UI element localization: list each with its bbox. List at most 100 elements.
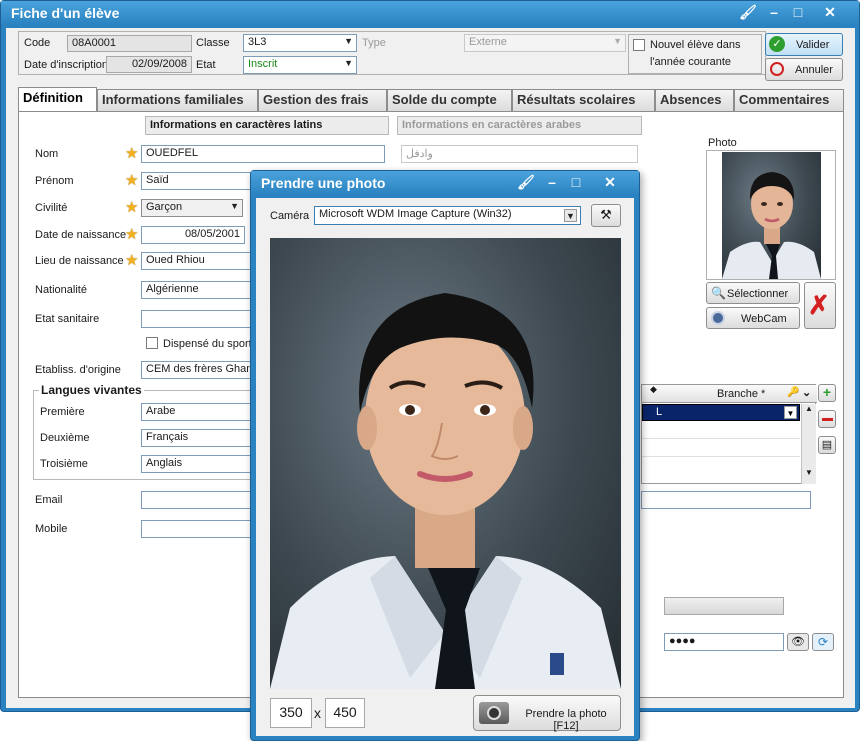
webcam-label: WebCam: [741, 313, 787, 325]
dob-input[interactable]: 08/05/2001: [141, 226, 245, 244]
tab-solde-compte[interactable]: Solde du compte: [387, 89, 512, 111]
take-photo-button[interactable]: Prendre la photo [F12]: [473, 695, 621, 732]
deuxieme-label: Deuxième: [40, 432, 90, 444]
tab-definition[interactable]: Définition: [18, 87, 97, 111]
email-label: Email: [35, 494, 63, 506]
dialog-client: Caméra Microsoft WDM Image Capture (Win3…: [256, 198, 634, 736]
camera-preview-image: [270, 293, 621, 689]
nationalite-input[interactable]: Algérienne: [141, 281, 261, 299]
eye-icon[interactable]: 👁: [787, 633, 809, 651]
latin-header: Informations en caractères latins: [145, 116, 389, 135]
branche-row[interactable]: [642, 422, 800, 439]
camera-settings-button[interactable]: ⚒: [591, 204, 621, 227]
etat-sanitaire-label: Etat sanitaire: [35, 313, 100, 325]
troisieme-label: Troisième: [40, 458, 88, 470]
etablissement-input[interactable]: CEM des frères Ghama: [141, 361, 261, 379]
annee-courante-label: l'année courante: [650, 56, 731, 68]
photo-frame: [706, 150, 836, 280]
tools-icon: ⚒: [600, 207, 612, 222]
etat-value: Inscrit: [248, 58, 278, 70]
printer-icon: ▤: [821, 439, 833, 451]
key-icon: 🔑: [787, 387, 800, 398]
premiere-input[interactable]: Arabe: [141, 403, 261, 421]
prenom-input[interactable]: Saïd: [141, 172, 261, 190]
nouvel-eleve-label: Nouvel élève dans: [650, 39, 741, 51]
plus-icon: +: [822, 384, 832, 400]
photo-height-input[interactable]: 450: [325, 698, 365, 728]
minus-icon: [822, 418, 833, 421]
double-chevron-icon[interactable]: ⌄: [802, 386, 811, 399]
tab-commentaires[interactable]: Commentaires: [734, 89, 844, 111]
chevron-down-icon[interactable]: ▼: [784, 406, 797, 419]
scroll-down-icon[interactable]: ▼: [805, 468, 813, 477]
photo-width-input[interactable]: 350: [270, 698, 312, 728]
scroll-up-icon[interactable]: ▲: [805, 404, 813, 413]
branche-row-selected[interactable]: L ▼: [642, 404, 800, 421]
close-button[interactable]: ✕: [597, 173, 623, 191]
tab-resultats-scolaires[interactable]: Résultats scolaires: [512, 89, 655, 111]
branche-value: L: [656, 406, 663, 418]
selectionner-button[interactable]: 🔍 Sélectionner: [706, 282, 800, 304]
email-input[interactable]: [141, 491, 261, 509]
refresh-icon[interactable]: ⟳: [812, 633, 834, 651]
civilite-select[interactable]: Garçon ▼: [141, 199, 243, 217]
classe-select[interactable]: 3L3 ▼: [243, 34, 357, 52]
branche-scrollbar[interactable]: ▲ ▼: [801, 404, 816, 484]
type-label: Type: [362, 37, 386, 49]
valider-button[interactable]: ✓ Valider: [765, 33, 843, 56]
mobile-input[interactable]: [141, 520, 261, 538]
nom-label: Nom: [35, 148, 59, 160]
date-inscription-field: 02/09/2008: [106, 56, 192, 73]
check-icon: ✓: [769, 36, 785, 52]
dimension-separator: x: [314, 705, 321, 721]
troisieme-input[interactable]: Anglais: [141, 455, 261, 473]
photo-dialog: Prendre une photo 🖌 – □ ✕ Caméra Microso…: [250, 170, 640, 741]
required-star-icon: ★: [125, 199, 139, 216]
nom-input[interactable]: OUEDFEL: [141, 145, 385, 163]
remove-branche-button[interactable]: [818, 410, 836, 428]
etat-sanitaire-input[interactable]: [141, 310, 261, 328]
password-input[interactable]: ●●●●: [664, 633, 784, 651]
photo-label: Photo: [708, 137, 737, 149]
print-branche-button[interactable]: ▤: [818, 436, 836, 454]
sort-icon: ◆: [650, 384, 657, 394]
classe-value: 3L3: [248, 36, 267, 48]
tab-gestion-frais[interactable]: Gestion des frais: [258, 89, 387, 111]
add-branche-button[interactable]: +: [818, 384, 836, 402]
student-photo-image: [722, 172, 821, 279]
branche-grid: ◆ Branche * 🔑 ⌄ L ▼ ▲ ▼: [641, 384, 817, 484]
brush-icon[interactable]: 🖌: [513, 173, 539, 191]
branche-row[interactable]: [642, 440, 800, 457]
branche-header: Branche *: [717, 388, 766, 400]
valider-label: Valider: [796, 39, 830, 51]
deuxieme-input[interactable]: Français: [141, 429, 261, 447]
minimize-button[interactable]: –: [761, 3, 787, 21]
nouvel-eleve-checkbox[interactable]: [633, 39, 645, 51]
nom-arabic-input[interactable]: وادفل: [401, 145, 638, 163]
delete-photo-button[interactable]: ✗: [804, 282, 836, 329]
annuler-button[interactable]: Annuler: [765, 58, 843, 81]
brush-icon[interactable]: 🖌: [735, 3, 761, 21]
type-select[interactable]: Externe ▼: [464, 34, 626, 52]
classe-label: Classe: [196, 37, 230, 49]
maximize-button[interactable]: □: [785, 3, 811, 21]
sport-checkbox[interactable]: [146, 337, 158, 349]
etat-label: Etat: [196, 59, 216, 71]
lieu-input[interactable]: Oued Rhiou: [141, 252, 261, 270]
tab-absences[interactable]: Absences: [655, 89, 734, 111]
webcam-button[interactable]: WebCam: [706, 307, 800, 329]
chevron-down-icon: ▼: [344, 36, 353, 46]
annuler-label: Annuler: [795, 64, 833, 76]
minimize-button[interactable]: –: [539, 173, 565, 191]
main-titlebar: Fiche d'un élève 🖌 – □ ✕: [1, 1, 859, 25]
camera-select[interactable]: Microsoft WDM Image Capture (Win32) ▼: [314, 206, 581, 225]
maximize-button[interactable]: □: [563, 173, 589, 191]
langues-label: Langues vivantes: [39, 383, 144, 397]
code-field: 08A0001: [67, 35, 192, 52]
tab-informations-familiales[interactable]: Informations familiales: [97, 89, 258, 111]
student-photo: [722, 152, 821, 279]
email-secondary-input[interactable]: [641, 491, 811, 509]
required-star-icon: ★: [125, 172, 139, 189]
close-button[interactable]: ✕: [817, 3, 843, 21]
etat-select[interactable]: Inscrit ▼: [243, 56, 357, 74]
